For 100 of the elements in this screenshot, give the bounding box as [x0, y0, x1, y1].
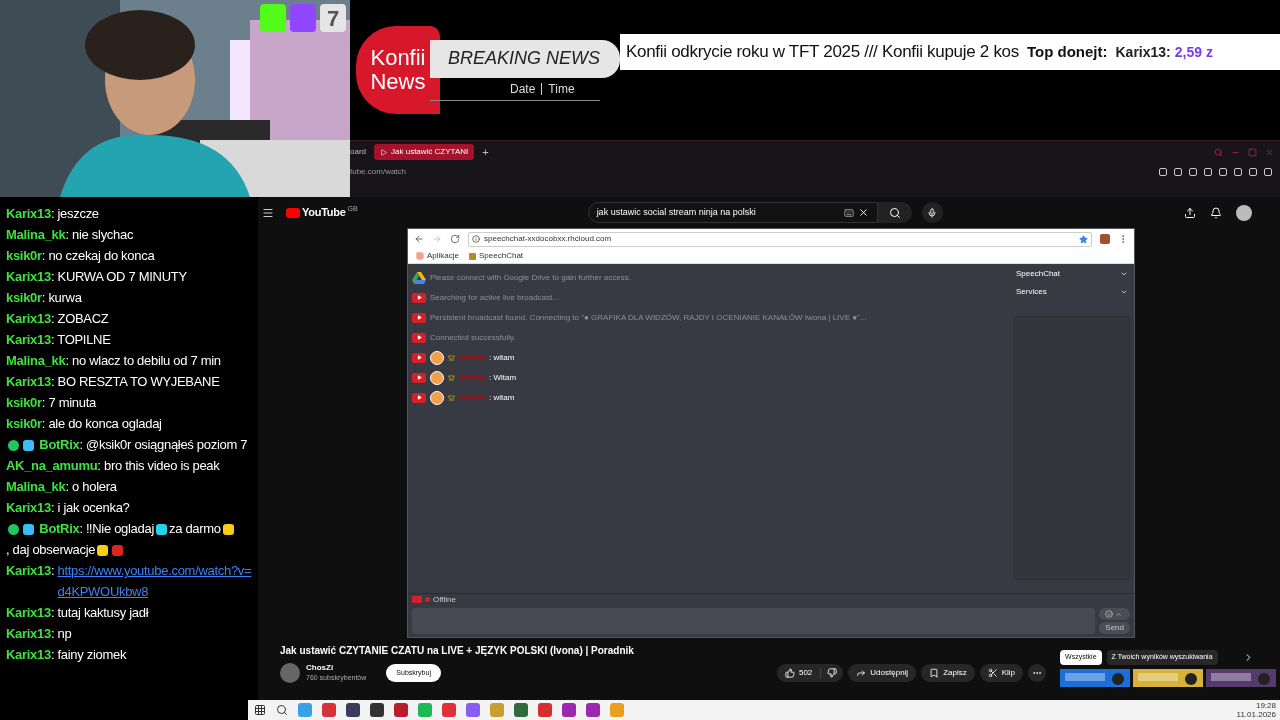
taskbar-app-icon[interactable]	[370, 703, 384, 717]
log-text: : witam	[489, 351, 515, 364]
star-icon[interactable]	[1079, 234, 1088, 244]
chat-link[interactable]: https://www.youtube.com/watch?v=d4KPWOUkbw8	[57, 560, 256, 602]
chat-username[interactable]: Karix13	[6, 605, 51, 620]
back-icon[interactable]	[414, 234, 424, 244]
logo-text: News	[370, 70, 426, 94]
bookmark[interactable]: SpeechChat	[469, 250, 524, 262]
emoji-icon	[8, 440, 19, 452]
emoji-button[interactable]	[1099, 608, 1130, 620]
reload-icon[interactable]	[450, 234, 460, 244]
logo-text: Konfii	[370, 46, 426, 70]
share-icon	[856, 668, 867, 678]
taskbar-app-icon[interactable]	[346, 703, 360, 717]
new-tab-button[interactable]: +	[482, 143, 489, 161]
log-text: Connected successfully.	[430, 331, 516, 344]
search-icon[interactable]	[276, 704, 288, 716]
start-icon[interactable]	[254, 704, 266, 716]
tab-title: oard	[350, 146, 366, 158]
chat-username[interactable]: Karix13	[6, 626, 51, 641]
chevron-icon	[1115, 610, 1123, 618]
taskbar-app-icon[interactable]	[586, 703, 600, 717]
chat-text: , daj	[6, 542, 30, 557]
dropdown-menu[interactable]: Services	[1014, 286, 1130, 298]
chat-username[interactable]: Karix13	[6, 332, 51, 347]
chat-text: : o holera	[65, 479, 117, 494]
chat-text: : i jak ocenka?	[50, 500, 130, 515]
redacted-name	[459, 395, 485, 400]
chat-username[interactable]: Karix13	[6, 647, 51, 662]
taskbar-app-icon[interactable]	[562, 703, 576, 717]
bookmark[interactable]: Aplikacje	[416, 250, 459, 262]
upload-icon[interactable]	[1184, 206, 1196, 219]
dropdown-menu[interactable]: SpeechChat	[1014, 268, 1130, 280]
log-text: : witam	[489, 391, 515, 404]
chat-text: : no czekaj do konca	[41, 248, 155, 263]
chat-username[interactable]: Karix13	[6, 500, 51, 515]
status-text: Offline	[433, 593, 456, 606]
chat-text: : ale do konca ogladaj	[41, 416, 162, 431]
clock-time: 19:28	[1255, 701, 1276, 710]
chat-username[interactable]: Karix13	[6, 206, 51, 221]
chat-username[interactable]: Karix13	[6, 374, 51, 389]
taskbar-app-icon[interactable]	[538, 703, 552, 717]
chat-text: : np	[50, 626, 72, 641]
avatar-icon	[430, 350, 444, 365]
chat-text: : ZOBACZ	[50, 311, 109, 326]
crown-icon	[448, 394, 455, 401]
emoji-icon	[222, 524, 234, 536]
taskbar-app-icon[interactable]	[394, 703, 408, 717]
chat-username[interactable]: ksik0r	[6, 248, 42, 263]
browser-tab[interactable]: Jak ustawić CZYTANI	[374, 144, 475, 160]
address-text: tube.com/watch	[350, 166, 407, 178]
chat-username[interactable]: ksik0r	[6, 395, 42, 410]
chat-username[interactable]: ksik0r	[6, 290, 42, 305]
address-field[interactable]: speechchat-xxdocobxx.rhcloud.com	[468, 231, 1092, 247]
keyboard-icon	[843, 207, 854, 218]
channel-name[interactable]: ChosZi	[306, 663, 367, 673]
smile-icon	[1105, 610, 1114, 618]
date-label: Date	[510, 80, 536, 98]
microphone-icon[interactable]	[927, 207, 938, 218]
search-field[interactable]: jak ustawic social stream ninja na polski	[587, 202, 878, 223]
chat-username[interactable]: ksik0r	[6, 416, 42, 431]
chevron-icon	[1120, 288, 1128, 296]
maximize-icon[interactable]	[1248, 147, 1257, 157]
action-button[interactable]: Udostępnij	[848, 664, 917, 682]
youtube-icon	[412, 372, 426, 383]
chat-username[interactable]: Karix13	[6, 563, 51, 578]
chat-text: : tutaj kaktusy jadł	[50, 605, 149, 620]
chat-username[interactable]: Karix13	[6, 311, 51, 326]
youtube-icon	[412, 292, 426, 303]
apps-icon	[416, 252, 424, 260]
redacted-name	[459, 355, 485, 360]
send-button[interactable]: Send	[1099, 622, 1130, 634]
crown-icon	[448, 374, 455, 381]
log-text: Please connect with Google Drive to gain further access.	[430, 271, 631, 284]
search-icon[interactable]	[888, 206, 901, 219]
bookmark-icon	[929, 668, 940, 678]
donation-amount: 2,59 z	[1174, 42, 1213, 62]
logo-text: YouTube	[302, 205, 346, 221]
scissors-icon	[987, 668, 998, 678]
channel-avatar-icon[interactable]	[280, 663, 300, 683]
more-button[interactable]	[1028, 664, 1047, 682]
action-button[interactable]: Zapisz	[921, 664, 975, 682]
thumbs-up-icon	[784, 668, 795, 678]
youtube-logo-icon[interactable]	[286, 207, 300, 218]
chat-text: : KURWA OD 7 MINUTY	[50, 269, 187, 284]
menu-icon[interactable]	[262, 206, 274, 219]
extension-icon[interactable]	[1100, 234, 1110, 244]
chat-text: :	[50, 563, 55, 578]
redacted-name	[459, 375, 485, 380]
clear-icon[interactable]	[857, 207, 869, 218]
action-button[interactable]: Klip	[979, 664, 1024, 682]
top-donor-label: Top donejt:	[1026, 41, 1108, 62]
taskbar-app-icon[interactable]	[514, 703, 528, 717]
notifications-icon[interactable]	[1210, 206, 1222, 219]
chat-username[interactable]: Karix13	[6, 269, 51, 284]
close-icon[interactable]	[1265, 147, 1274, 157]
news-text: Konfii odkrycie roku w TFT 2025 /// Konfii kupuje 2 kos	[626, 41, 1019, 64]
avatar-icon[interactable]	[1236, 204, 1252, 221]
clock-date: 11.01.2026	[1236, 710, 1276, 719]
drive-icon	[412, 271, 426, 284]
